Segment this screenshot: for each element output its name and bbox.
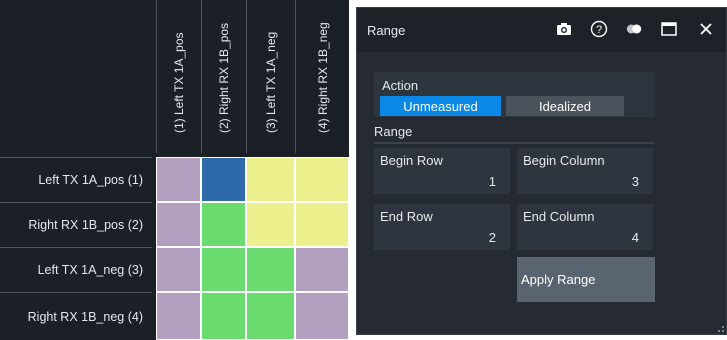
matrix-cell-r3-c3[interactable] xyxy=(246,247,295,292)
begin-column-label: Begin Column xyxy=(523,153,605,168)
toggle-icon[interactable] xyxy=(625,20,643,38)
column-header-label: (3) Left TX 1A_neg xyxy=(264,31,278,133)
range-label: Range xyxy=(374,124,413,139)
column-header-label: (2) Right RX 1B_pos xyxy=(217,22,231,133)
matrix-cell-r1-c4[interactable] xyxy=(295,157,349,202)
s-parameter-matrix: (1) Left TX 1A_pos (2) Right RX 1B_pos (… xyxy=(0,0,349,340)
row-header-label: Left TX 1A_neg (3) xyxy=(37,263,143,277)
matrix-cell-r3-c4[interactable] xyxy=(295,247,349,292)
column-header-2[interactable]: (2) Right RX 1B_pos xyxy=(201,0,246,155)
matrix-cell-r4-c4[interactable] xyxy=(295,292,349,340)
idealized-tab[interactable]: Idealized xyxy=(506,96,624,116)
dialog-titlebar[interactable]: Range ? xyxy=(357,8,726,52)
end-row-value: 2 xyxy=(488,230,496,245)
begin-row-field[interactable]: Begin Row 1 xyxy=(374,148,510,194)
row-header-2[interactable]: Right RX 1B_pos (2) xyxy=(0,202,152,247)
svg-text:?: ? xyxy=(596,24,602,36)
row-header-1[interactable]: Left TX 1A_pos (1) xyxy=(0,157,152,202)
end-column-value: 4 xyxy=(631,230,639,245)
unmeasured-tab-label: Unmeasured xyxy=(403,98,478,114)
row-header-label: Right RX 1B_neg (4) xyxy=(27,309,143,324)
begin-row-label: Begin Row xyxy=(380,153,443,168)
matrix-cell-r4-c3[interactable] xyxy=(246,292,295,340)
action-group: Action Unmeasured Idealized xyxy=(374,72,655,117)
begin-column-value: 3 xyxy=(631,174,639,189)
row-header-label: Right RX 1B_pos (2) xyxy=(28,218,143,232)
matrix-cell-r4-c1[interactable] xyxy=(156,292,201,340)
end-row-field[interactable]: End Row 2 xyxy=(374,204,510,250)
matrix-cell-r2-c2[interactable] xyxy=(201,202,246,247)
matrix-cell-r4-c2[interactable] xyxy=(201,292,246,340)
idealized-tab-label: Idealized xyxy=(538,98,592,114)
end-column-field[interactable]: End Column 4 xyxy=(517,204,653,250)
begin-row-value: 1 xyxy=(488,174,496,189)
matrix-divider-horizontal xyxy=(0,153,349,157)
dialog-body: Action Unmeasured Idealized Range Begin … xyxy=(357,52,726,334)
column-header-label: (4) Right RX 1B_neg xyxy=(315,22,330,133)
maximize-icon[interactable] xyxy=(660,20,678,38)
matrix-cell-r1-c1[interactable] xyxy=(156,157,201,202)
matrix-cell-r3-c2[interactable] xyxy=(201,247,246,292)
row-header-4[interactable]: Right RX 1B_neg (4) xyxy=(0,292,152,340)
matrix-cell-r2-c3[interactable] xyxy=(246,202,295,247)
apply-range-label: Apply Range xyxy=(521,272,596,287)
apply-range-button[interactable]: Apply Range xyxy=(517,257,655,302)
camera-icon[interactable] xyxy=(555,20,573,38)
matrix-corner xyxy=(0,0,152,155)
matrix-cell-r2-c1[interactable] xyxy=(156,202,201,247)
row-header-label: Left TX 1A_pos (1) xyxy=(38,173,143,187)
column-header-label: (1) Left TX 1A_pos xyxy=(172,32,186,134)
end-row-label: End Row xyxy=(380,209,433,224)
matrix-cell-r1-c3[interactable] xyxy=(246,157,295,202)
end-column-label: End Column xyxy=(523,209,595,224)
range-divider xyxy=(374,142,655,144)
matrix-cell-r3-c1[interactable] xyxy=(156,247,201,292)
unmeasured-tab[interactable]: Unmeasured xyxy=(380,96,501,116)
close-icon[interactable] xyxy=(697,20,715,38)
column-header-1[interactable]: (1) Left TX 1A_pos xyxy=(156,0,201,155)
column-header-4[interactable]: (4) Right RX 1B_neg xyxy=(295,0,349,155)
help-icon[interactable]: ? xyxy=(590,20,608,38)
matrix-divider-vertical xyxy=(152,0,156,340)
begin-column-field[interactable]: Begin Column 3 xyxy=(517,148,653,194)
range-dialog: Range ? Action Unmeasured Idealized Rang… xyxy=(356,7,727,335)
matrix-cell-r1-c2[interactable] xyxy=(201,157,246,202)
matrix-cell-r2-c4[interactable] xyxy=(295,202,349,247)
column-header-3[interactable]: (3) Left TX 1A_neg xyxy=(246,0,295,155)
action-label: Action xyxy=(382,78,419,93)
dialog-title: Range xyxy=(367,23,406,38)
row-header-3[interactable]: Left TX 1A_neg (3) xyxy=(0,247,152,292)
resize-grip-icon[interactable] xyxy=(718,326,724,332)
